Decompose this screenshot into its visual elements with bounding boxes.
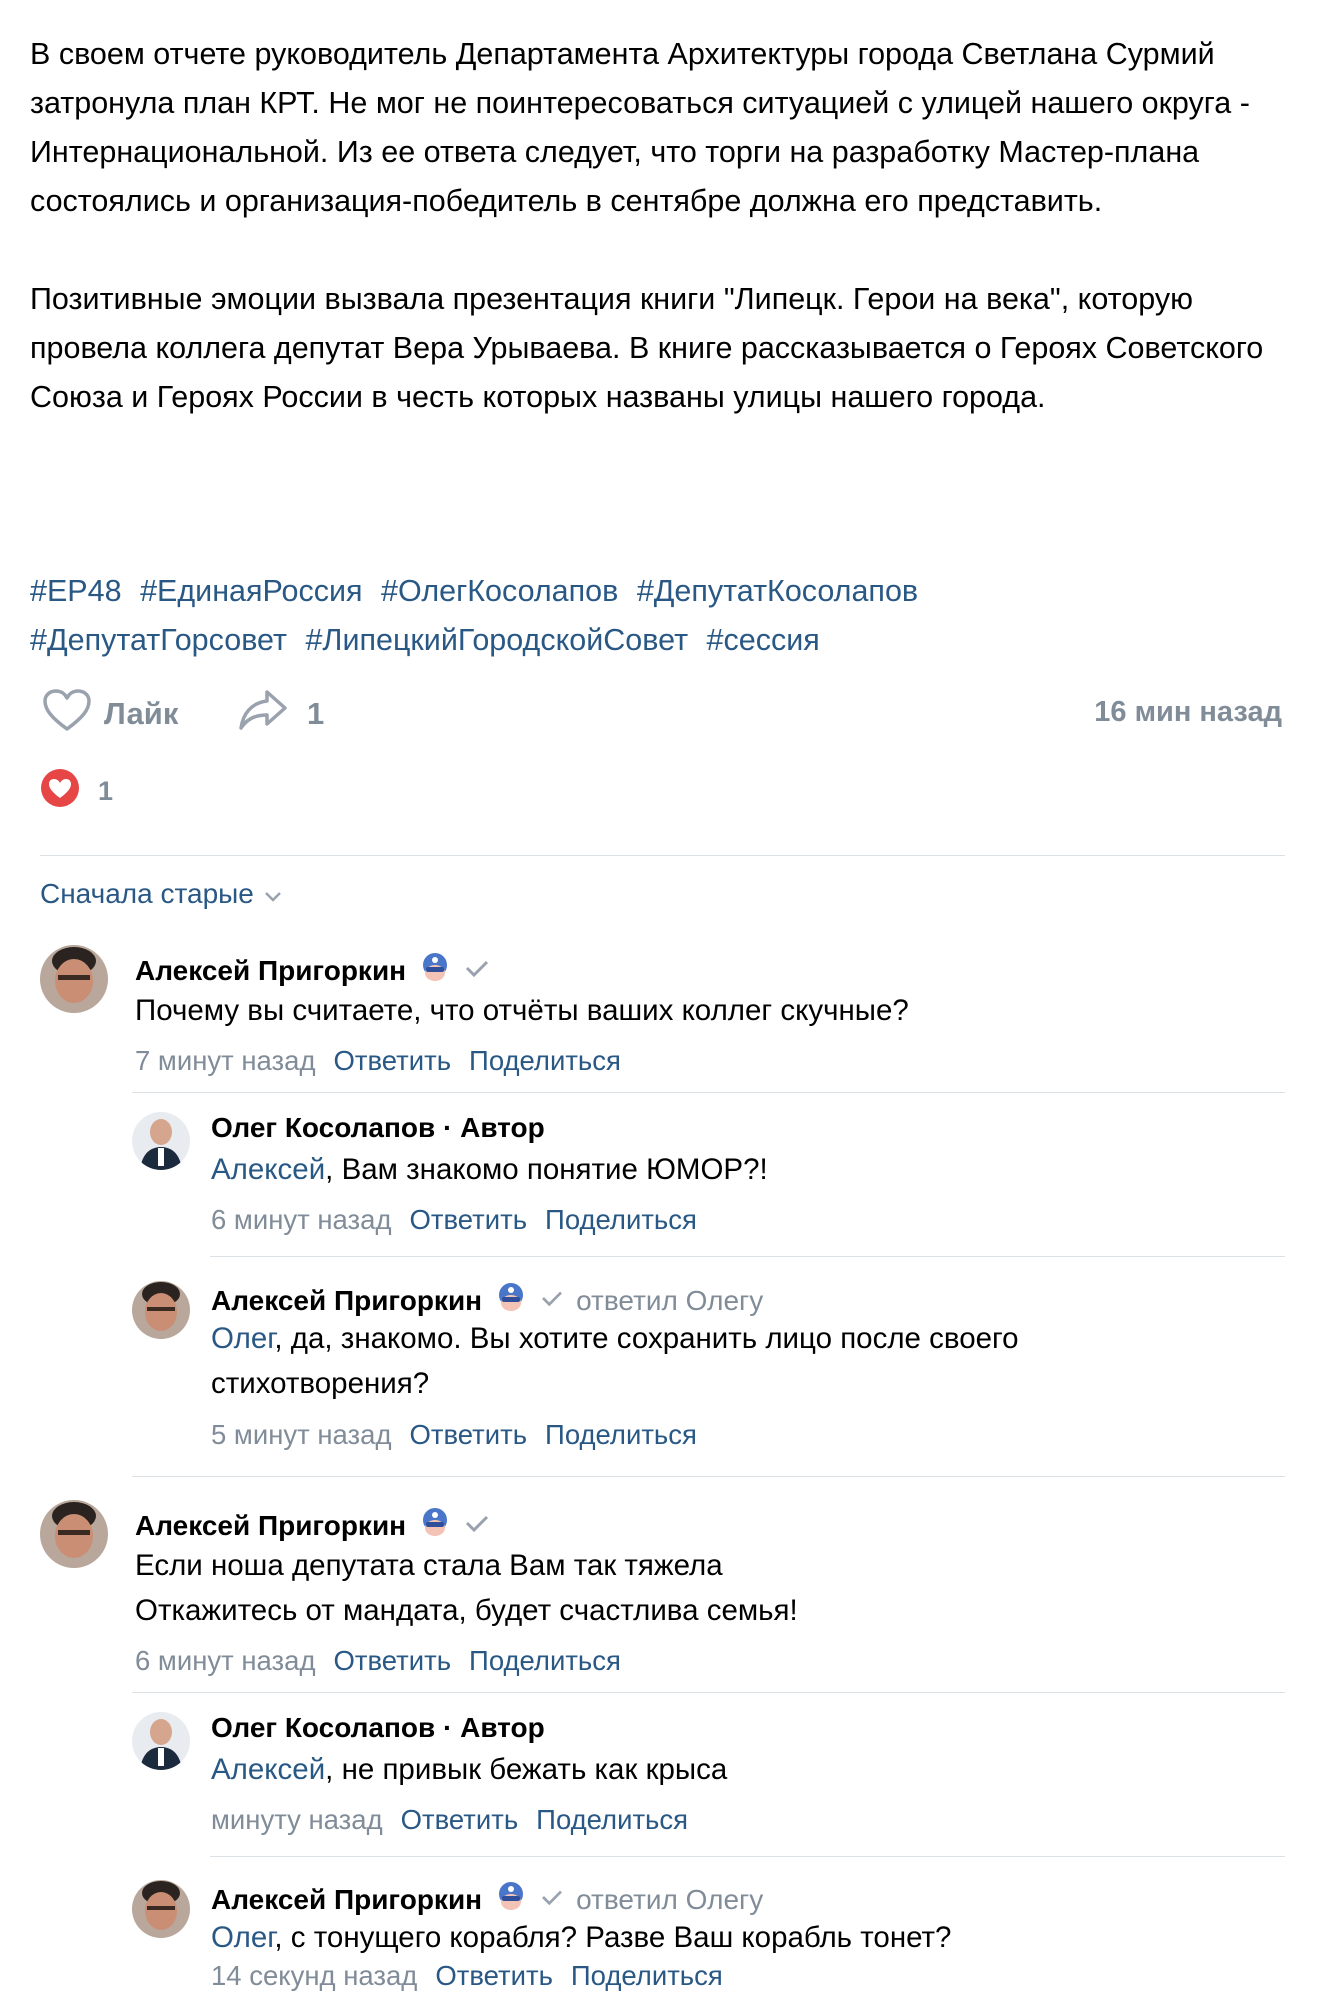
reply-to-label[interactable]: ответил Олегу <box>576 1285 763 1317</box>
comment-time: 6 минут назад <box>135 1645 316 1676</box>
divider <box>210 1256 1285 1257</box>
like-label: Лайк <box>104 696 179 731</box>
comment-time: 5 минут назад <box>211 1419 392 1450</box>
checkmark-icon <box>540 1289 564 1312</box>
comment-text: Олег, да, знакомо. Вы хотите сохранить л… <box>211 1316 1211 1406</box>
post-text: В своем отчете руководитель Департамента… <box>30 30 1300 422</box>
checkmark-icon <box>540 1888 564 1911</box>
reply-button[interactable]: Ответить <box>410 1204 528 1236</box>
reactions-summary[interactable]: 1 <box>40 768 113 815</box>
reply-to-label[interactable]: ответил Олегу <box>576 1884 763 1916</box>
share-comment-button[interactable]: Поделиться <box>536 1804 688 1836</box>
like-button[interactable]: Лайк <box>42 688 178 740</box>
reply-button[interactable]: Ответить <box>401 1804 519 1836</box>
post-paragraph: В своем отчете руководитель Департамента… <box>30 37 1250 218</box>
checkmark-icon <box>464 1513 490 1538</box>
mention-link[interactable]: Алексей <box>211 1753 325 1786</box>
sort-label: Сначала старые <box>40 878 254 909</box>
comment-author[interactable]: Алексей Пригоркин <box>135 955 406 987</box>
comment-time: 6 минут назад <box>211 1204 392 1235</box>
share-comment-button[interactable]: Поделиться <box>469 1045 621 1077</box>
avatar[interactable] <box>40 945 108 1013</box>
comment-author[interactable]: Алексей Пригоркин <box>211 1285 482 1317</box>
heart-outline-icon <box>42 688 92 740</box>
hashtag-link[interactable]: #ДепутатКосолапов <box>637 574 918 608</box>
reply-button[interactable]: Ответить <box>334 1045 452 1077</box>
mask-badge-icon <box>494 1880 528 1919</box>
comment-text: Олег, с тонущего корабля? Разве Ваш кора… <box>211 1915 1251 1960</box>
comment-text: Почему вы считаете, что отчёты ваших кол… <box>135 994 909 1027</box>
avatar[interactable] <box>132 1712 190 1770</box>
divider <box>132 1092 1285 1093</box>
comment-author[interactable]: Алексей Пригоркин <box>211 1884 482 1916</box>
reply-button[interactable]: Ответить <box>334 1645 452 1677</box>
mention-link[interactable]: Олег <box>211 1921 274 1954</box>
comment-author[interactable]: Алексей Пригоркин <box>135 1510 406 1542</box>
avatar[interactable] <box>132 1281 190 1339</box>
avatar[interactable] <box>40 1500 108 1568</box>
heart-reaction-icon <box>40 768 80 815</box>
divider <box>132 1476 1285 1477</box>
post-paragraph: Позитивные эмоции вызвала презентация кн… <box>30 282 1264 414</box>
share-button[interactable]: 1 <box>237 688 324 740</box>
comment-text-body: , Вам знакомо понятие ЮМОР?! <box>325 1153 768 1186</box>
share-count: 1 <box>307 696 325 731</box>
post-actions: Лайк 1 16 мин назад <box>42 688 1282 738</box>
comment-text: Если ноша депутата стала Вам так тяжела … <box>135 1549 798 1627</box>
reply-button[interactable]: Ответить <box>410 1419 528 1451</box>
sort-dropdown[interactable]: Сначала старые <box>40 878 282 910</box>
mention-link[interactable]: Алексей <box>211 1153 325 1186</box>
hashtags: #ЕР48 #ЕдинаяРоссия #ОлегКосолапов #Депу… <box>30 567 1280 665</box>
comment-text-body: , да, знакомо. Вы хотите сохранить лицо … <box>211 1322 1019 1400</box>
share-comment-button[interactable]: Поделиться <box>571 1960 723 1992</box>
mention-link[interactable]: Олег <box>211 1322 274 1355</box>
mask-badge-icon <box>418 1506 452 1545</box>
mask-badge-icon <box>494 1281 528 1320</box>
hashtag-link[interactable]: #ОлегКосолапов <box>381 574 618 608</box>
hashtag-link[interactable]: #сессия <box>707 623 820 657</box>
share-comment-button[interactable]: Поделиться <box>545 1419 697 1451</box>
avatar[interactable] <box>132 1880 190 1938</box>
divider <box>132 1692 1285 1693</box>
divider <box>210 1856 1285 1857</box>
avatar[interactable] <box>132 1112 190 1170</box>
comment-time: 14 секунд назад <box>211 1960 418 1991</box>
comment-text: Алексей, Вам знакомо понятие ЮМОР?! <box>211 1147 1251 1192</box>
comment-author[interactable]: Олег Косолапов · Автор <box>211 1112 545 1144</box>
post-timestamp: 16 мин назад <box>1094 696 1282 728</box>
comment-text-body: , не привык бежать как крыса <box>325 1753 728 1786</box>
hashtag-link[interactable]: #ДепутатГорсовет <box>30 623 287 657</box>
reaction-count: 1 <box>98 776 114 806</box>
hashtag-link[interactable]: #ЛипецкийГородскойСовет <box>305 623 688 657</box>
hashtag-link[interactable]: #ЕР48 <box>30 574 122 608</box>
comment-time: минуту назад <box>211 1804 383 1835</box>
mask-badge-icon <box>418 951 452 990</box>
share-comment-button[interactable]: Поделиться <box>545 1204 697 1236</box>
checkmark-icon <box>464 958 490 983</box>
reply-button[interactable]: Ответить <box>435 1960 553 1992</box>
hashtag-link[interactable]: #ЕдинаяРоссия <box>140 574 362 608</box>
share-comment-button[interactable]: Поделиться <box>469 1645 621 1677</box>
comment-text: Алексей, не привык бежать как крыса <box>211 1747 1251 1792</box>
chevron-down-icon <box>264 878 282 910</box>
comment-text-body: , с тонущего корабля? Разве Ваш корабль … <box>274 1921 952 1954</box>
comment-author[interactable]: Олег Косолапов · Автор <box>211 1712 545 1744</box>
divider <box>40 855 1285 856</box>
share-arrow-icon <box>237 688 289 740</box>
comment-time: 7 минут назад <box>135 1045 316 1076</box>
